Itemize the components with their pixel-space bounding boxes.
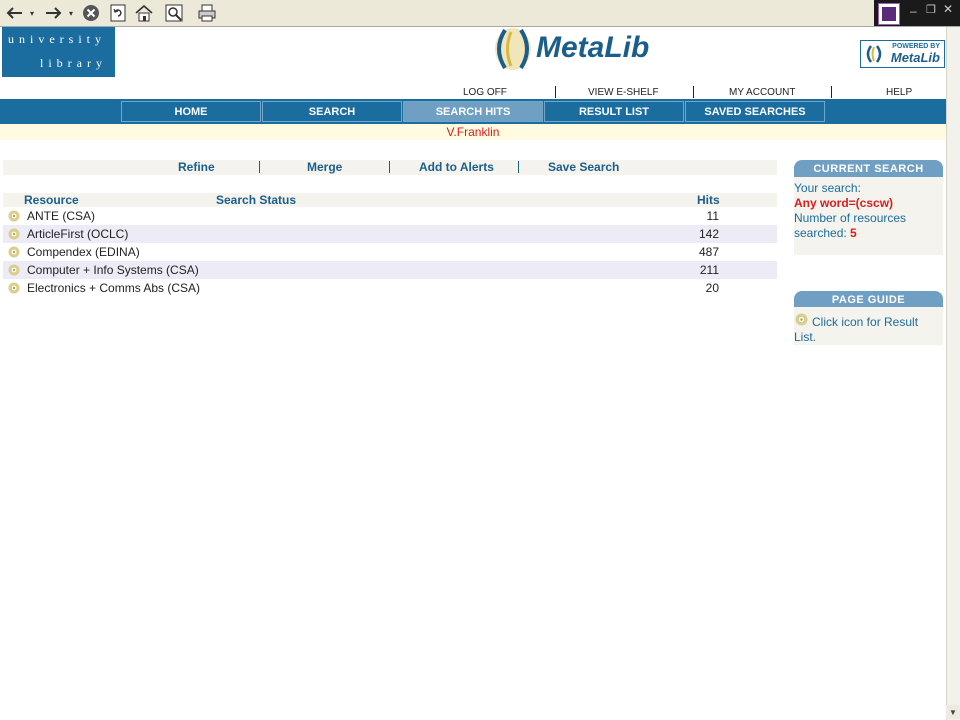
page-guide-text: Click icon for Result List. — [794, 315, 919, 344]
table-row: Compendex (EDINA) 487 — [3, 243, 777, 261]
result-list-icon[interactable] — [8, 264, 20, 276]
resource-name: ANTE (CSA) — [27, 209, 96, 223]
current-search-panel: Your search: Any word=(cscw) Number of r… — [794, 177, 943, 255]
user-bar: V.Franklin — [0, 124, 946, 140]
powered-by-metalib-badge[interactable]: POWERED BY MetaLib — [860, 40, 945, 68]
result-list-icon[interactable] — [8, 282, 20, 294]
result-list-icon[interactable] — [8, 210, 20, 222]
resource-name: ArticleFirst (OCLC) — [27, 227, 129, 241]
page-guide-panel-title: PAGE GUIDE — [794, 291, 943, 308]
search-query: Any word=(cscw) — [794, 196, 894, 210]
resources-count: 5 — [850, 226, 857, 240]
close-icon[interactable]: ✕ — [943, 2, 953, 16]
resource-name: Electronics + Comms Abs (CSA) — [27, 281, 201, 295]
result-list-icon[interactable] — [8, 246, 20, 258]
metalib-wordmark: MetaLib — [536, 31, 650, 64]
metalib-mini-swirl-icon — [866, 45, 882, 63]
hits-count: 142 — [698, 227, 719, 241]
university-library-logo[interactable]: university library — [2, 27, 115, 77]
column-header-resource: Resource — [24, 193, 79, 207]
column-header-hits: Hits — [697, 193, 720, 207]
refresh-icon[interactable] — [107, 3, 129, 23]
your-search-label: Your search: — [794, 181, 861, 195]
powered-by-label: POWERED BY — [892, 43, 940, 50]
tab-saved-searches[interactable]: SAVED SEARCHES — [685, 101, 825, 122]
print-icon[interactable] — [196, 3, 218, 23]
home-icon[interactable] — [133, 3, 155, 23]
top-link-divider — [831, 86, 832, 98]
table-row: Electronics + Comms Abs (CSA) 20 — [3, 279, 777, 297]
powered-by-wordmark: MetaLib — [890, 50, 940, 65]
action-bar: Refine Merge Add to Alerts Save Search — [3, 160, 777, 175]
back-arrow-icon[interactable] — [4, 3, 26, 23]
tab-search[interactable]: SEARCH — [262, 101, 402, 122]
current-search-panel-title: CURRENT SEARCH — [794, 160, 943, 177]
table-row: ANTE (CSA) 11 — [3, 207, 777, 225]
hits-count: 211 — [699, 263, 719, 277]
log-off-link[interactable]: LOG OFF — [463, 87, 507, 98]
resource-name: Computer + Info Systems (CSA) — [27, 263, 199, 277]
restore-icon[interactable]: ❐ — [926, 3, 936, 16]
searched-label: searched: — [794, 226, 847, 240]
vertical-scrollbar[interactable] — [946, 27, 960, 720]
refine-link[interactable]: Refine — [178, 160, 215, 174]
column-header-search-status: Search Status — [216, 193, 297, 207]
metalib-logo: MetaLib — [490, 26, 670, 74]
hits-count: 11 — [706, 209, 719, 223]
forward-arrow-icon[interactable] — [42, 3, 64, 23]
my-account-link[interactable]: MY ACCOUNT — [729, 87, 796, 98]
tab-home[interactable]: HOME — [121, 101, 261, 122]
user-name: V.Franklin — [446, 125, 500, 139]
top-link-divider — [693, 86, 694, 98]
window-controls: – ❐ ✕ — [874, 0, 960, 26]
browser-logo-icon — [878, 3, 900, 25]
logo-line-university: university — [8, 32, 106, 46]
hits-count: 487 — [698, 245, 719, 259]
stop-icon[interactable] — [80, 3, 102, 23]
table-row: Computer + Info Systems (CSA) 211 — [3, 261, 777, 279]
main-nav-bar: HOME SEARCH SEARCH HITS RESULT LIST SAVE… — [0, 99, 946, 124]
add-to-alerts-link[interactable]: Add to Alerts — [419, 160, 494, 174]
search-icon[interactable] — [164, 3, 186, 23]
tab-result-list[interactable]: RESULT LIST — [544, 101, 684, 122]
scroll-down-icon[interactable]: ▼ — [946, 705, 960, 719]
resources-searched-line: searched: 5 — [794, 226, 857, 240]
save-search-link[interactable]: Save Search — [548, 160, 619, 174]
browser-toolbar: ▾ ▾ — [0, 0, 960, 27]
action-divider — [518, 161, 519, 173]
help-link[interactable]: HELP — [886, 87, 912, 98]
action-divider — [389, 161, 390, 173]
result-list-icon[interactable] — [8, 228, 20, 240]
logo-line-library: library — [40, 56, 107, 70]
back-dropdown-icon[interactable]: ▾ — [27, 3, 37, 23]
top-link-divider — [555, 86, 556, 98]
action-divider — [259, 161, 260, 173]
minimize-icon[interactable]: – — [910, 4, 917, 18]
resource-name: Compendex (EDINA) — [27, 245, 140, 259]
view-eshelf-link[interactable]: VIEW E-SHELF — [588, 87, 659, 98]
page-guide-panel: Click icon for Result List. — [794, 307, 943, 345]
tab-search-hits[interactable]: SEARCH HITS — [403, 101, 543, 122]
table-row: ArticleFirst (OCLC) 142 — [3, 225, 777, 243]
forward-dropdown-icon[interactable]: ▾ — [66, 3, 76, 23]
hits-count: 20 — [705, 281, 719, 295]
results-table-header: Resource Search Status Hits — [3, 193, 777, 207]
metalib-swirl-icon — [495, 28, 531, 70]
merge-link[interactable]: Merge — [307, 160, 342, 174]
resources-label: Number of resources — [794, 211, 907, 225]
